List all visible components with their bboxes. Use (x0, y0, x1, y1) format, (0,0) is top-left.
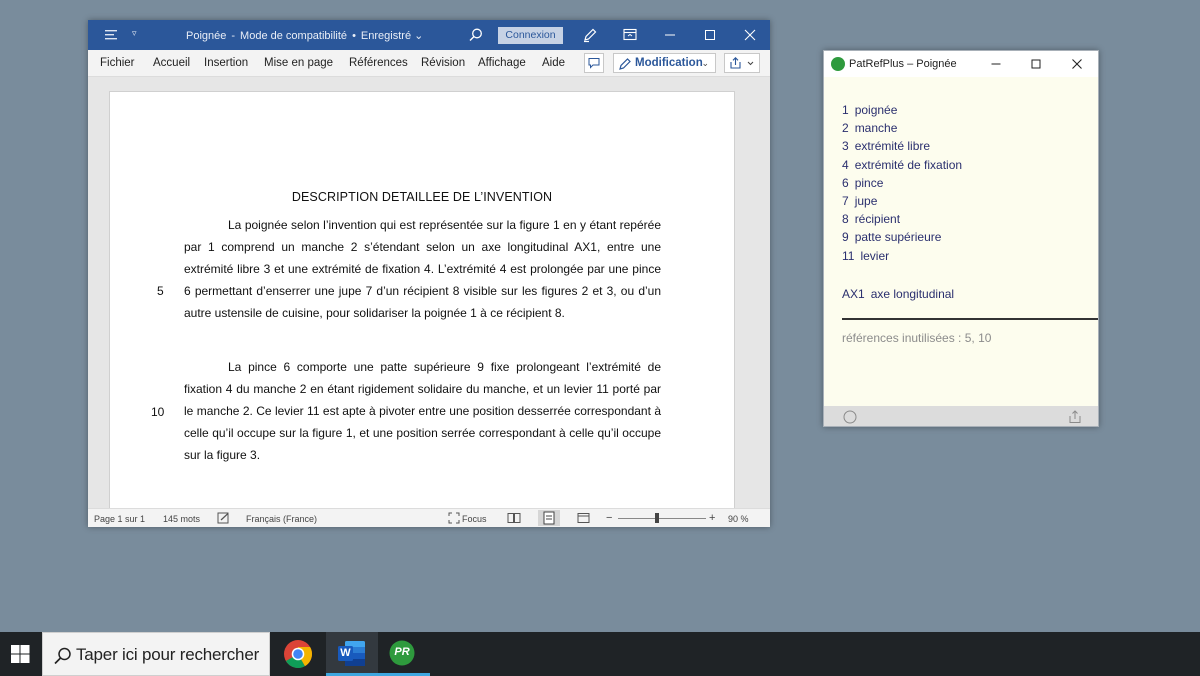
minimize-icon[interactable] (987, 55, 1005, 73)
quick-access-chevron-icon[interactable]: ▿ (132, 28, 137, 39)
start-button[interactable] (0, 632, 42, 676)
windows-icon (11, 645, 30, 663)
taskbar-word[interactable]: W (326, 632, 378, 676)
tab-aide[interactable]: Aide (542, 57, 565, 69)
list-item[interactable]: 11 levier (842, 249, 962, 267)
editing-mode-label: Modification (635, 57, 703, 69)
tab-affichage[interactable]: Affichage (478, 57, 526, 69)
minimize-icon[interactable] (660, 25, 680, 45)
read-mode-icon[interactable] (507, 512, 521, 524)
designer-pen-icon[interactable] (582, 27, 598, 43)
taskbar-search[interactable]: Taper ici pour rechercher (42, 632, 270, 676)
document-page[interactable]: DESCRIPTION DETAILLEE DE L’INVENTION La … (109, 91, 735, 521)
compat-mode: Mode de compatibilité (240, 30, 348, 42)
patrefplus-footer (824, 406, 1098, 426)
share-icon (730, 57, 754, 69)
tab-fichier[interactable]: Fichier (100, 57, 135, 69)
paragraph-2[interactable]: La pince 6 comporte une patte supérieure… (184, 357, 661, 467)
language[interactable]: Français (France) (246, 514, 317, 524)
status-bar: Page 1 sur 1 145 mots Français (France) … (88, 508, 770, 527)
maximize-icon[interactable] (700, 25, 720, 45)
web-layout-icon[interactable] (577, 512, 591, 524)
word-title-bar[interactable]: ▿ Poignée - Mode de compatibilité • Enregist… (88, 20, 770, 50)
patrefplus-logo-icon (831, 57, 845, 71)
axis-reference[interactable]: AX1 axe longitudinal (842, 287, 954, 301)
ribbon-display-icon[interactable] (623, 28, 637, 41)
close-icon[interactable] (740, 25, 760, 45)
document-heading: DESCRIPTION DETAILLEE DE L’INVENTION (291, 190, 553, 204)
comment-icon (588, 58, 600, 69)
unused-references: références inutilisées : 5, 10 (842, 331, 992, 345)
chrome-icon (284, 640, 312, 668)
ribbon-tabs: Fichier Accueil Insertion Mise en page R… (88, 50, 770, 77)
search-placeholder: Taper ici pour rechercher (76, 645, 260, 664)
word-icon-letter: W (340, 647, 351, 659)
list-item[interactable]: 2 manche (842, 121, 962, 139)
page-count[interactable]: Page 1 sur 1 (94, 514, 145, 524)
patrefplus-icon-letters: PR (394, 646, 410, 658)
patrefplus-title-bar[interactable]: PatRefPlus – Poignée (824, 51, 1098, 77)
list-item[interactable]: 3 extrémité libre (842, 139, 962, 157)
search-icon[interactable] (468, 27, 484, 43)
line-number-5: 5 (157, 284, 164, 298)
reference-list: 1 poignée 2 manche 3 extrémité libre 4 extré… (842, 103, 962, 267)
zoom-in-button[interactable]: + (709, 512, 715, 524)
patrefplus-window: PatRefPlus – Poignée 1 poignée 2 manche 3e… (823, 50, 1099, 427)
close-icon[interactable] (1068, 55, 1086, 73)
paragraph-1[interactable]: La poignée selon l’invention qui est rep… (184, 215, 661, 325)
tab-insertion[interactable]: Insertion (204, 57, 248, 69)
autosave-icon[interactable] (104, 28, 120, 42)
word-window: ▿ Poignée - Mode de compatibilité • Enregist… (88, 20, 770, 527)
title-chevron-icon: ⌄ (411, 30, 424, 42)
sign-in-button[interactable]: Connexion (498, 27, 563, 44)
tab-revision[interactable]: Révision (421, 57, 465, 69)
tab-references[interactable]: Références (349, 57, 408, 69)
focus-icon[interactable] (448, 512, 460, 524)
document-name: Poignée (186, 30, 227, 42)
zoom-slider-thumb[interactable] (655, 513, 659, 523)
document-title[interactable]: Poignée - Mode de compatibilité • Enregistré… (186, 29, 423, 42)
comments-button[interactable] (584, 53, 604, 73)
word-icon (338, 641, 365, 666)
list-item[interactable]: 6 pince (842, 176, 962, 194)
document-canvas[interactable]: DESCRIPTION DETAILLEE DE L’INVENTION La … (88, 77, 770, 521)
proofing-icon[interactable] (217, 512, 231, 524)
zoom-slider[interactable] (618, 518, 706, 519)
tab-mise-en-page[interactable]: Mise en page (264, 57, 333, 69)
zoom-level[interactable]: 90 % (728, 514, 749, 524)
taskbar-patrefplus[interactable]: PR (378, 632, 430, 676)
list-item[interactable]: 1 poignée (842, 103, 962, 121)
word-count[interactable]: 145 mots (163, 514, 200, 524)
share-button[interactable] (724, 53, 760, 73)
editing-mode-button[interactable]: Modification ⌄ (613, 53, 716, 73)
list-item[interactable]: 8 récipient (842, 212, 962, 230)
status-circle-icon[interactable] (843, 410, 857, 424)
search-icon (54, 647, 71, 665)
taskbar: Taper ici pour rechercher W PR (0, 632, 1200, 676)
save-status: Enregistré (360, 30, 412, 42)
chevron-down-icon: ⌄ (701, 58, 709, 68)
line-number-10: 10 (151, 405, 165, 419)
taskbar-chrome[interactable] (272, 632, 324, 676)
paragraph-2-text: La pince 6 comporte une patte supérieure… (184, 360, 661, 462)
pencil-icon (619, 58, 631, 70)
zoom-out-button[interactable]: − (606, 512, 612, 524)
list-item[interactable]: 9 patte supérieure (842, 230, 962, 248)
print-layout-icon[interactable] (538, 510, 560, 526)
patrefplus-title: PatRefPlus – Poignée (849, 58, 957, 70)
maximize-icon[interactable] (1027, 55, 1045, 73)
focus-label[interactable]: Focus (462, 514, 487, 524)
tab-accueil[interactable]: Accueil (153, 57, 190, 69)
list-item[interactable]: 7 jupe (842, 194, 962, 212)
list-item[interactable]: 4 extrémité de fixation (842, 158, 962, 176)
paragraph-1-text: La poignée selon l’invention qui est rep… (184, 218, 661, 320)
divider (842, 318, 1098, 320)
share-icon[interactable] (1068, 409, 1082, 424)
